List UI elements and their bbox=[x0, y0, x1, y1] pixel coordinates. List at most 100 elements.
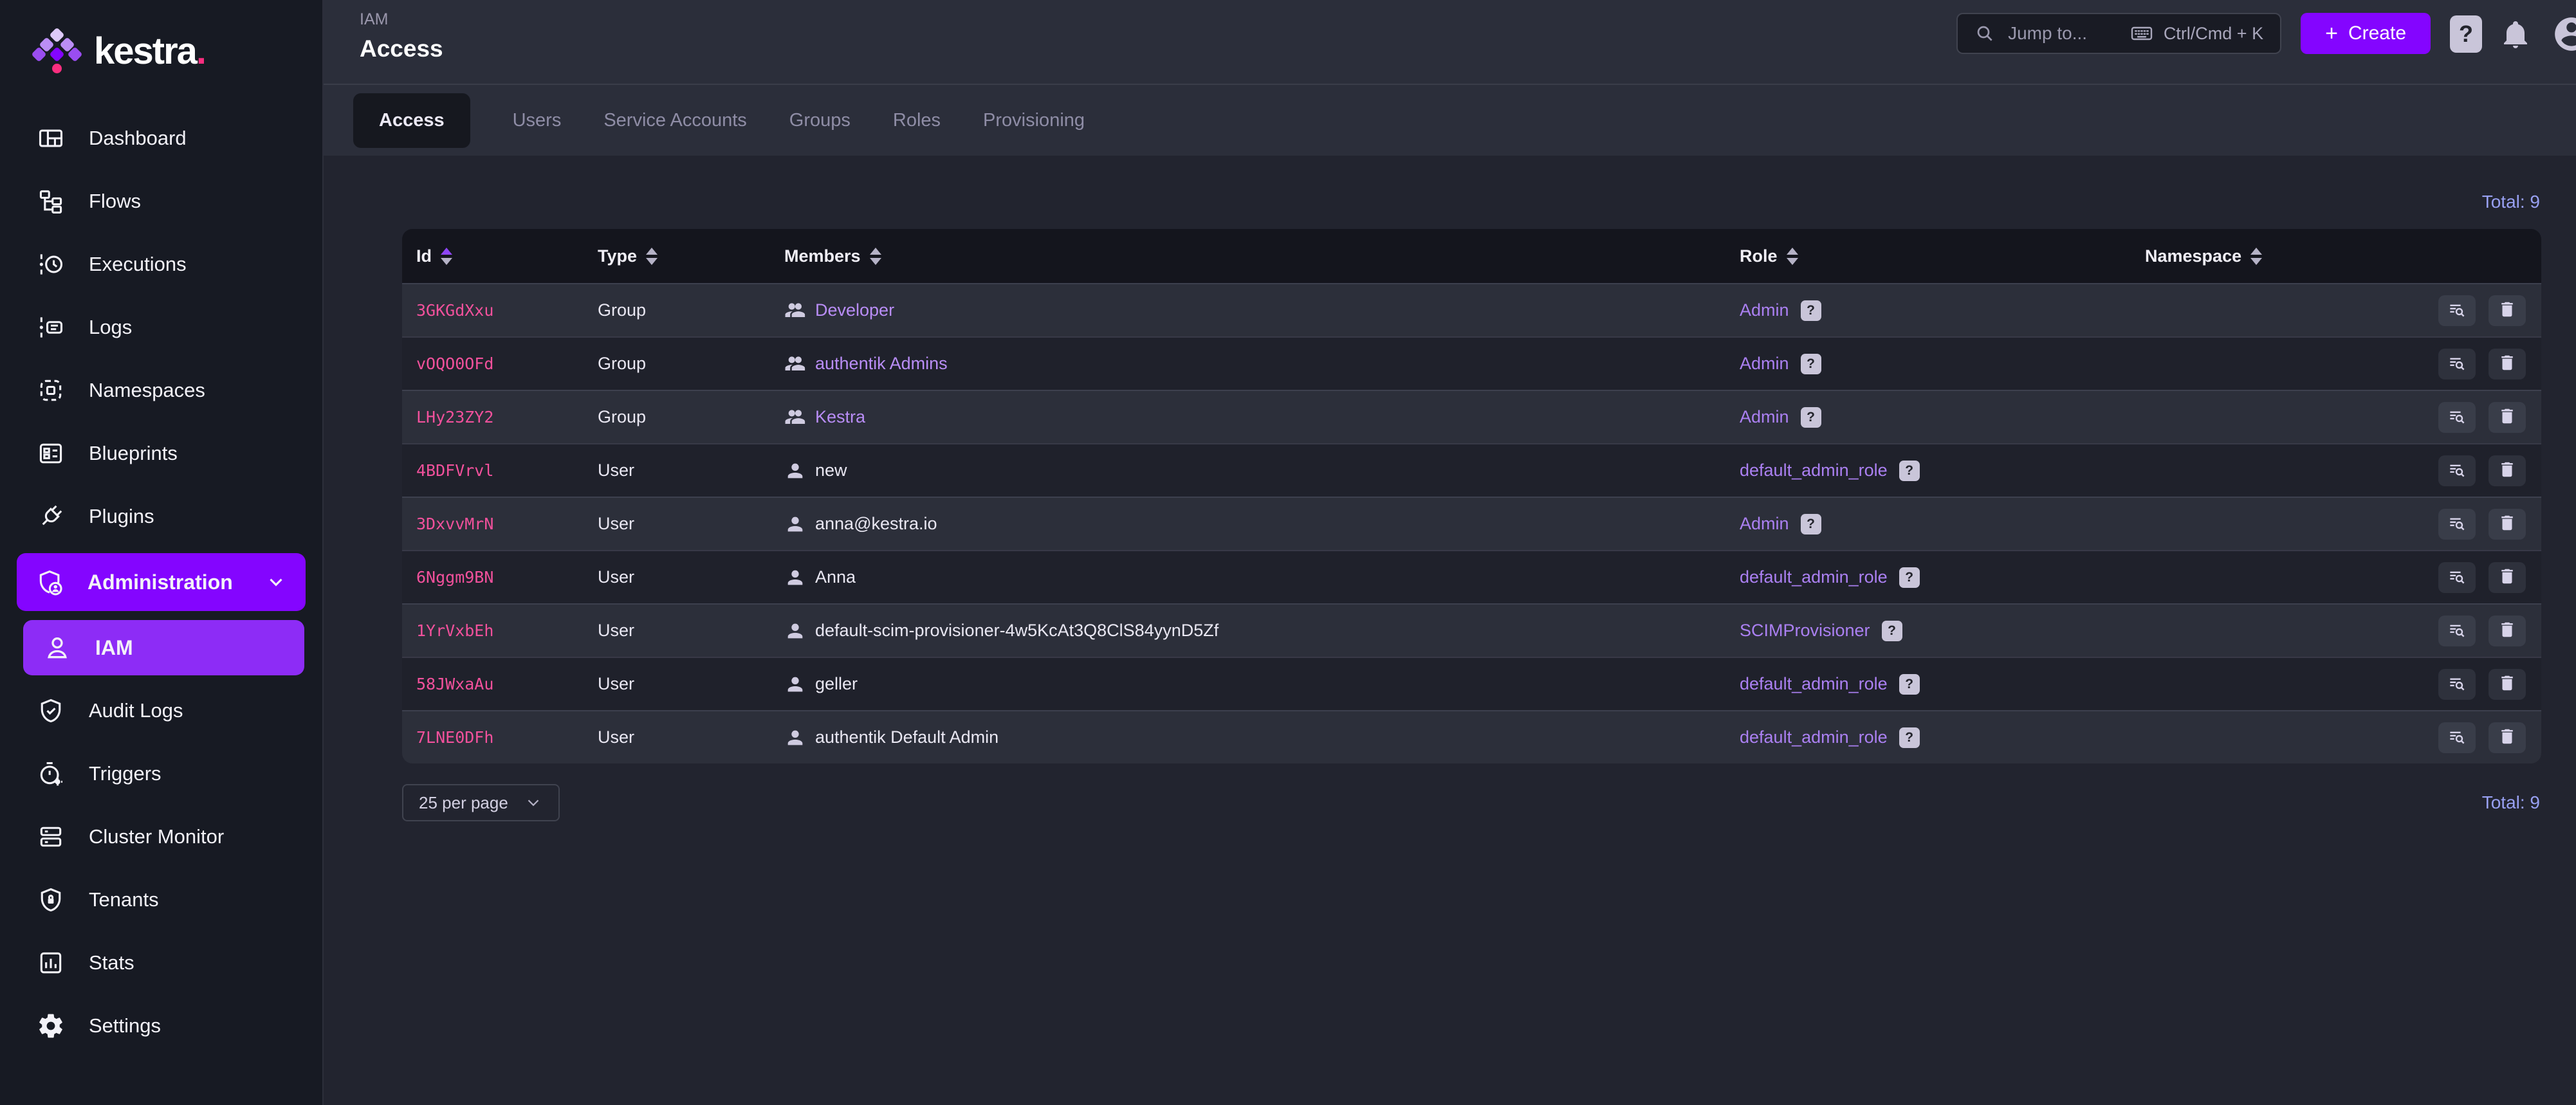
tab-groups[interactable]: Groups bbox=[789, 110, 851, 131]
total-count-bottom: Total: 9 bbox=[2482, 792, 2540, 813]
trash-icon bbox=[2498, 673, 2517, 695]
role-help-icon[interactable]: ? bbox=[1899, 727, 1920, 748]
row-id-link[interactable]: 3DxvvMrN bbox=[416, 515, 493, 533]
row-delete-button[interactable] bbox=[2489, 509, 2526, 540]
per-page-select[interactable]: 25 per page bbox=[402, 784, 560, 821]
row-id-link[interactable]: 4BDFVrvl bbox=[416, 461, 493, 480]
column-header-role[interactable]: Role bbox=[1725, 246, 2131, 266]
row-details-button[interactable] bbox=[2438, 669, 2476, 700]
breadcrumb[interactable]: IAM bbox=[360, 10, 443, 29]
column-header-type[interactable]: Type bbox=[584, 246, 770, 266]
column-header-namespace[interactable]: Namespace bbox=[2131, 246, 2380, 266]
row-id-link[interactable]: 6Nggm9BN bbox=[416, 568, 493, 587]
notifications-bell-icon[interactable] bbox=[2500, 15, 2534, 53]
row-id-link[interactable]: 1YrVxbEh bbox=[416, 621, 493, 640]
tab-roles[interactable]: Roles bbox=[893, 110, 941, 131]
sidebar-item-audit-logs[interactable]: Audit Logs bbox=[17, 679, 306, 742]
row-delete-button[interactable] bbox=[2489, 349, 2526, 379]
row-delete-button[interactable] bbox=[2489, 669, 2526, 700]
sidebar-item-settings[interactable]: Settings bbox=[17, 994, 306, 1057]
member-entry[interactable]: authentik Admins bbox=[784, 353, 948, 375]
sidebar-item-tenants[interactable]: Tenants bbox=[17, 868, 306, 931]
member-entry[interactable]: Developer bbox=[784, 300, 894, 322]
user-avatar[interactable] bbox=[2552, 14, 2576, 54]
member-entry[interactable]: default-scim-provisioner-4w5KcAt3Q8ClS84… bbox=[784, 620, 1219, 642]
help-icon[interactable]: ? bbox=[2450, 15, 2482, 53]
sidebar-item-logs[interactable]: Logs bbox=[17, 296, 306, 359]
row-id-link[interactable]: 58JWxaAu bbox=[416, 675, 493, 693]
row-details-button[interactable] bbox=[2438, 722, 2476, 753]
sidebar-item-stats[interactable]: Stats bbox=[17, 931, 306, 994]
role-link[interactable]: Admin bbox=[1740, 354, 1789, 374]
role-link[interactable]: Admin bbox=[1740, 514, 1789, 534]
role-link[interactable]: default_admin_role bbox=[1740, 727, 1888, 747]
row-details-button[interactable] bbox=[2438, 562, 2476, 593]
row-id-link[interactable]: 3GKGdXxu bbox=[416, 301, 493, 320]
sort-arrows-icon[interactable] bbox=[870, 248, 881, 265]
role-help-icon[interactable]: ? bbox=[1899, 674, 1920, 695]
row-delete-button[interactable] bbox=[2489, 402, 2526, 433]
member-entry[interactable]: Anna bbox=[784, 567, 856, 589]
role-help-icon[interactable]: ? bbox=[1899, 567, 1920, 588]
role-link[interactable]: SCIMProvisioner bbox=[1740, 621, 1870, 641]
row-delete-button[interactable] bbox=[2489, 616, 2526, 646]
sidebar-item-triggers[interactable]: Triggers bbox=[17, 742, 306, 805]
row-details-button[interactable] bbox=[2438, 616, 2476, 646]
role-link[interactable]: default_admin_role bbox=[1740, 567, 1888, 587]
sort-arrows-icon[interactable] bbox=[646, 248, 658, 265]
member-name[interactable]: authentik Admins bbox=[815, 354, 948, 374]
member-entry[interactable]: anna@kestra.io bbox=[784, 513, 937, 535]
tab-provisioning[interactable]: Provisioning bbox=[983, 110, 1085, 131]
member-entry[interactable]: authentik Default Admin bbox=[784, 727, 998, 749]
member-entry[interactable]: Kestra bbox=[784, 406, 865, 428]
create-button[interactable]: + Create bbox=[2301, 13, 2431, 54]
role-help-icon[interactable]: ? bbox=[1882, 621, 1902, 641]
role-help-icon[interactable]: ? bbox=[1801, 514, 1821, 534]
sidebar-item-cluster-monitor[interactable]: Cluster Monitor bbox=[17, 805, 306, 868]
row-delete-button[interactable] bbox=[2489, 562, 2526, 593]
column-header-members[interactable]: Members bbox=[770, 246, 1725, 266]
group-icon bbox=[784, 406, 806, 428]
row-details-button[interactable] bbox=[2438, 349, 2476, 379]
row-id-link[interactable]: vOQO0OFd bbox=[416, 354, 493, 373]
role-link[interactable]: default_admin_role bbox=[1740, 674, 1888, 694]
sidebar-item-executions[interactable]: Executions bbox=[17, 233, 306, 296]
text-search-icon bbox=[2447, 513, 2467, 534]
sidebar-item-namespaces[interactable]: Namespaces bbox=[17, 359, 306, 422]
role-help-icon[interactable]: ? bbox=[1801, 407, 1821, 428]
sidebar-item-blueprints[interactable]: Blueprints bbox=[17, 422, 306, 485]
sort-arrows-icon[interactable] bbox=[1787, 248, 1798, 265]
row-details-button[interactable] bbox=[2438, 455, 2476, 486]
sidebar-item-iam[interactable]: IAM bbox=[23, 620, 304, 675]
role-link[interactable]: default_admin_role bbox=[1740, 461, 1888, 480]
role-help-icon[interactable]: ? bbox=[1801, 354, 1821, 374]
sidebar-item-dashboard[interactable]: Dashboard bbox=[17, 107, 306, 170]
member-entry[interactable]: new bbox=[784, 460, 847, 482]
sort-arrows-icon[interactable] bbox=[441, 248, 452, 265]
role-help-icon[interactable]: ? bbox=[1899, 461, 1920, 481]
tab-access[interactable]: Access bbox=[353, 93, 470, 148]
role-link[interactable]: Admin bbox=[1740, 300, 1789, 320]
tab-service-accounts[interactable]: Service Accounts bbox=[603, 110, 746, 131]
role-link[interactable]: Admin bbox=[1740, 407, 1789, 427]
member-name[interactable]: Developer bbox=[815, 300, 894, 320]
row-delete-button[interactable] bbox=[2489, 295, 2526, 326]
sidebar-item-flows[interactable]: Flows bbox=[17, 170, 306, 233]
row-id-link[interactable]: LHy23ZY2 bbox=[416, 408, 493, 426]
member-name[interactable]: Kestra bbox=[815, 407, 865, 427]
sidebar-item-administration[interactable]: Administration bbox=[17, 553, 306, 611]
sort-arrows-icon[interactable] bbox=[2250, 248, 2262, 265]
row-delete-button[interactable] bbox=[2489, 722, 2526, 753]
role-help-icon[interactable]: ? bbox=[1801, 300, 1821, 321]
kestra-logo[interactable]: kestra. bbox=[17, 22, 306, 107]
row-details-button[interactable] bbox=[2438, 295, 2476, 326]
member-entry[interactable]: geller bbox=[784, 673, 858, 695]
row-details-button[interactable] bbox=[2438, 509, 2476, 540]
row-delete-button[interactable] bbox=[2489, 455, 2526, 486]
row-id-link[interactable]: 7LNE0DFh bbox=[416, 728, 493, 747]
sidebar-item-plugins[interactable]: Plugins bbox=[17, 485, 306, 548]
row-details-button[interactable] bbox=[2438, 402, 2476, 433]
jump-to-search-input[interactable]: Jump to... Ctrl/Cmd + K bbox=[1956, 13, 2281, 54]
column-header-id[interactable]: Id bbox=[402, 246, 584, 266]
tab-users[interactable]: Users bbox=[513, 110, 562, 131]
